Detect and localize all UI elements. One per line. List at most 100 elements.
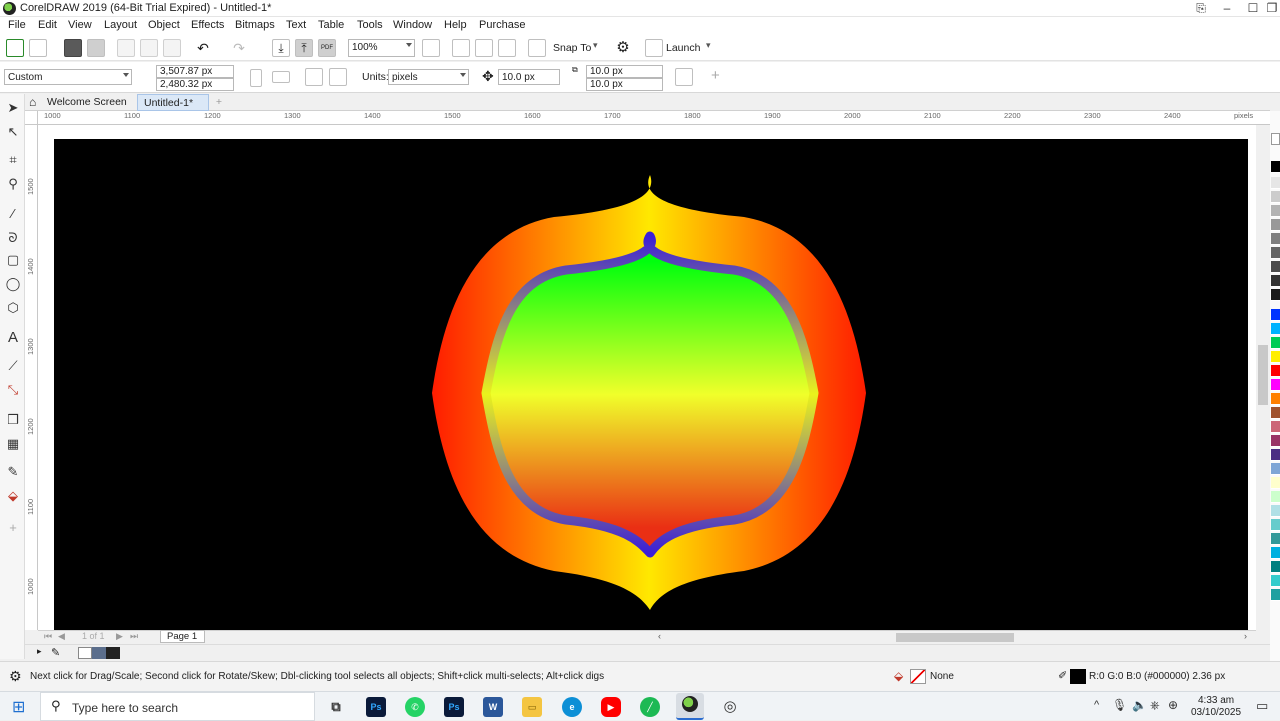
crop-tool-icon[interactable]: ⌗ <box>5 152 21 168</box>
language-globe-icon[interactable]: ⊕ <box>1168 698 1178 712</box>
swatch-gray[interactable] <box>1271 191 1280 203</box>
zoom-level-select[interactable]: 100% <box>348 39 415 57</box>
scroll-thumb[interactable] <box>1258 345 1268 405</box>
options-gear-icon[interactable]: ⚙ <box>614 39 632 57</box>
swatch-plum[interactable] <box>1271 435 1280 447</box>
microphone-icon[interactable]: 🎙 <box>1112 698 1127 712</box>
menu-bitmaps[interactable]: Bitmaps <box>235 19 275 31</box>
redo-icon[interactable]: ↷ <box>230 39 248 57</box>
search-box[interactable]: ⚲ Type here to search <box>40 692 315 721</box>
page-tab[interactable]: Page 1 <box>160 630 205 643</box>
paste-icon[interactable] <box>163 39 181 57</box>
chevron-down-icon[interactable]: ▾ <box>593 40 598 51</box>
youtube-icon[interactable]: ▶ <box>601 697 621 717</box>
coreldraw-taskbar-icon[interactable] <box>676 693 704 720</box>
maximize-button[interactable]: ☐ <box>1240 0 1266 17</box>
swatch-sky[interactable] <box>1271 547 1280 559</box>
chevron-up-icon[interactable]: ^ <box>1094 699 1099 711</box>
portrait-icon[interactable] <box>250 69 262 87</box>
open-folder-icon[interactable] <box>29 39 47 57</box>
help-window-icon[interactable]: ⎘ <box>1188 0 1214 17</box>
network-icon[interactable]: ⎈ <box>1150 698 1160 713</box>
obs-icon[interactable]: ◎ <box>720 697 740 717</box>
nav-first-icon[interactable]: ⏮ <box>44 631 52 642</box>
full-screen-preview-icon[interactable] <box>422 39 440 57</box>
swatch-cream[interactable] <box>1271 477 1280 489</box>
menu-view[interactable]: View <box>68 19 92 31</box>
tab-untitled-1[interactable]: Untitled-1* <box>137 94 209 111</box>
undo-icon[interactable]: ↶ <box>194 39 212 57</box>
doc-swatch-black[interactable] <box>106 647 120 659</box>
menu-table[interactable]: Table <box>318 19 344 31</box>
swatch-light-blue[interactable] <box>1271 463 1280 475</box>
ruler-origin[interactable] <box>25 111 38 125</box>
duplicate-x-field[interactable]: 10.0 px <box>586 65 663 78</box>
swatch-white[interactable] <box>1271 133 1280 145</box>
drawing-workspace[interactable] <box>38 125 1256 630</box>
artistic-media-icon[interactable]: ᘐ <box>5 230 21 246</box>
all-pages-icon[interactable] <box>305 68 323 86</box>
edge-icon[interactable]: e <box>562 697 582 717</box>
show-grid-icon[interactable] <box>475 39 493 57</box>
doc-swatch-none[interactable] <box>78 647 92 659</box>
swatch-aqua[interactable] <box>1271 575 1280 587</box>
freehand-tool-icon[interactable]: ∕ <box>5 206 21 222</box>
swatch-magenta[interactable] <box>1271 379 1280 391</box>
swatch-gray[interactable] <box>1271 205 1280 217</box>
shape-tool-icon[interactable]: ↖ <box>5 124 21 140</box>
scroll-left-icon[interactable]: ‹ <box>658 631 661 641</box>
snap-to-icon[interactable] <box>528 39 546 57</box>
print-icon[interactable] <box>87 39 105 57</box>
connector-tool-icon[interactable]: ⤡ <box>5 382 21 398</box>
swatch-gray[interactable] <box>1271 289 1280 301</box>
scroll-right-icon[interactable]: › <box>1244 631 1247 641</box>
swatch-aqua[interactable] <box>1271 589 1280 601</box>
clock-date[interactable]: 03/10/2025 <box>1191 707 1241 718</box>
menu-text[interactable]: Text <box>286 19 306 31</box>
ellipse-tool-icon[interactable]: ◯ <box>5 276 21 292</box>
nav-prev-icon[interactable]: ◀ <box>58 631 65 642</box>
show-rulers-icon[interactable] <box>452 39 470 57</box>
show-guidelines-icon[interactable] <box>498 39 516 57</box>
page-preset-select[interactable]: Custom <box>4 69 132 85</box>
page-height-field[interactable]: 2,480.32 px <box>156 78 234 91</box>
swatch-yellow[interactable] <box>1271 351 1280 363</box>
cut-icon[interactable] <box>117 39 135 57</box>
clock-time[interactable]: 4:33 am <box>1198 695 1234 706</box>
whatsapp-icon[interactable]: ✆ <box>405 697 425 717</box>
page-width-field[interactable]: 3,507.87 px <box>156 65 234 78</box>
fill-none-swatch[interactable] <box>910 669 926 684</box>
outline-color-swatch[interactable] <box>1070 669 1086 684</box>
swatch-purple[interactable] <box>1271 449 1280 461</box>
launch-icon[interactable] <box>645 39 663 57</box>
export-icon[interactable]: ⤒ <box>295 39 313 57</box>
task-view-icon[interactable]: ⧉ <box>326 697 346 717</box>
page-border-icon[interactable] <box>675 68 693 86</box>
snap-to-label[interactable]: Snap To <box>553 42 591 54</box>
units-select[interactable]: pixels <box>388 69 469 85</box>
transparency-icon[interactable]: ▦ <box>5 436 21 452</box>
swatch-blue[interactable] <box>1271 309 1280 321</box>
swatch-gray[interactable] <box>1271 233 1280 245</box>
settings-gear-icon[interactable]: ⚙ <box>9 668 22 685</box>
photoshop-alt-icon[interactable]: Ps <box>444 697 464 717</box>
file-explorer-icon[interactable]: ▭ <box>522 697 542 717</box>
menu-object[interactable]: Object <box>148 19 180 31</box>
nav-last-icon[interactable]: ⏭ <box>130 631 138 642</box>
document-page[interactable] <box>54 139 1248 630</box>
menu-layout[interactable]: Layout <box>104 19 137 31</box>
vertical-scrollbar[interactable] <box>1256 125 1270 630</box>
swatch-cyan[interactable] <box>1271 323 1280 335</box>
minimize-button[interactable]: – <box>1214 0 1240 17</box>
parallel-dimension-icon[interactable]: ⟋ <box>5 358 21 374</box>
menu-purchase[interactable]: Purchase <box>479 19 525 31</box>
duplicate-y-field[interactable]: 10.0 px <box>586 78 663 91</box>
menu-edit[interactable]: Edit <box>38 19 57 31</box>
doc-swatch-slate[interactable] <box>92 647 106 659</box>
nudge-distance-field[interactable]: 10.0 px <box>498 69 560 85</box>
photoshop-icon[interactable]: Ps <box>366 697 386 717</box>
landscape-icon[interactable] <box>272 71 290 83</box>
copy-icon[interactable] <box>140 39 158 57</box>
color-eyedropper-icon[interactable]: ✎ <box>5 464 21 480</box>
swatch-black[interactable] <box>1271 161 1280 173</box>
